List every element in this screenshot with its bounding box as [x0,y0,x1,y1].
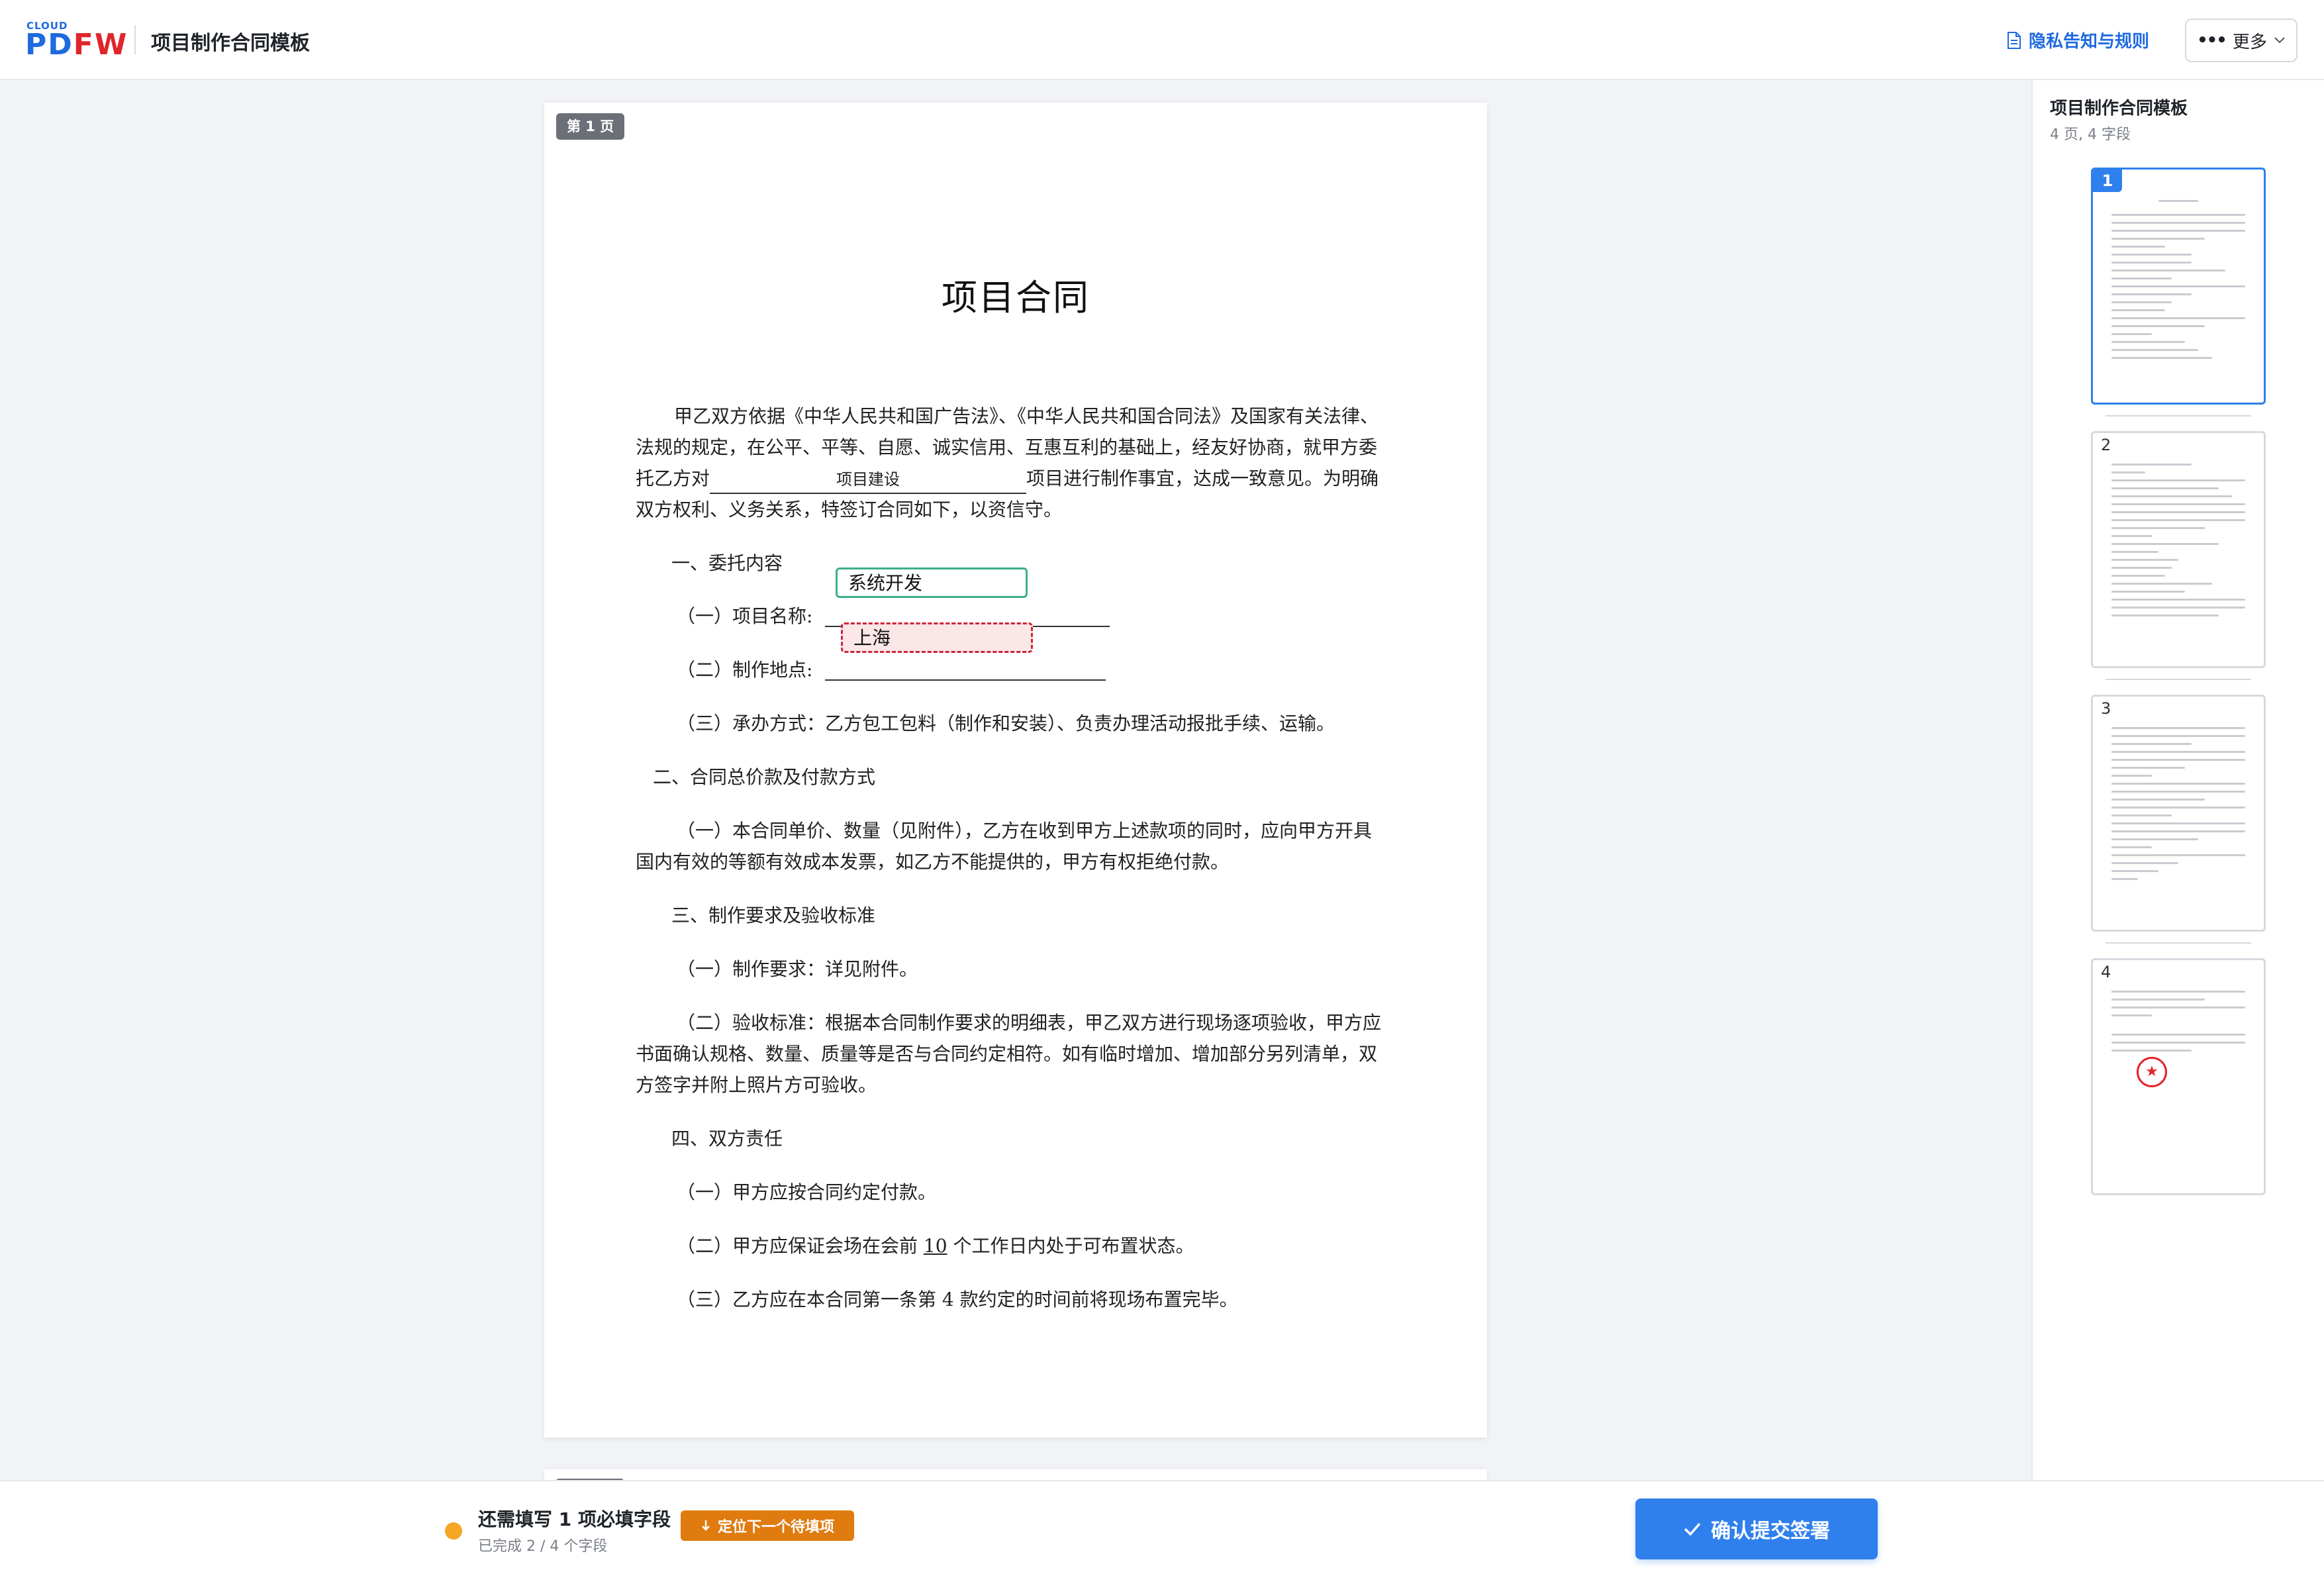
document-page-2-peek [544,1469,1487,1480]
document-page-1: 第 1 页 项目合同 甲乙双方依据《中华人民共和国广告法》、《中华人民共和国合同… [544,103,1487,1438]
page-number-tag: 第 1 页 [556,113,625,140]
section-3-title: 三、制作要求及验收标准 [671,905,876,926]
more-button[interactable]: ••• 更多 [2185,19,2298,62]
intro-line-1: 甲乙双方依据《中华人民共和国广告法》、《中华人民共和国合同法》及国家有关法律、 [674,405,1379,427]
header-divider [134,25,136,54]
intro-line-3: 托乙方对 项目建设 项目进行制作事宜，达成一致意见。为明确 [636,463,1379,494]
contract-title: 项目合同 [942,277,1090,319]
item-1-label: （一）项目名称: [677,605,813,627]
production-location-field[interactable]: 上海 [841,622,1033,653]
bottom-action-bar: 还需填写 1 项必填字段 已完成 2 / 4 个字段 定位下一个待填项 确认提交… [0,1480,2324,1572]
thumbnail-number: 1 [2093,170,2122,192]
item-3: （三）承办方式：乙方包工包料（制作和安装）、负责办理活动报批手续、运输。 [677,712,1335,734]
status-indicator-dot [445,1522,462,1540]
submit-button-label: 确认提交签署 [1711,1520,1830,1543]
sidebar-subtitle: 4 页, 4 字段 [2050,126,2131,143]
thumbnail-separator [2106,942,2251,944]
section-4-item-1: （一）甲方应按合同约定付款。 [677,1181,937,1203]
checkmark-icon [1684,1522,1701,1536]
section-4-item-2-post: 个工作日内处于可布置状态。 [947,1235,1194,1257]
intro-line-3-post: 项目进行制作事宜，达成一致意见。为明确 [1026,467,1379,489]
section-4-item-3: （三）乙方应在本合同第一条第 4 款约定的时间前将现场布置完毕。 [677,1289,1238,1310]
privacy-link-label: 隐私告知与规则 [2029,32,2150,52]
item-2-underline [825,679,1106,681]
cloudpdfw-logo[interactable]: CLOUD PDFW [25,20,126,61]
section-4-item-2: （二）甲方应保证会场在会前 10 个工作日内处于可布置状态。 [677,1230,1194,1261]
project-fill-text: 项目建设 [710,466,1027,494]
required-fields-status: 还需填写 1 项必填字段 [478,1508,671,1530]
locate-next-field-button[interactable]: 定位下一个待填项 [681,1510,854,1541]
thumbnail-preview [2111,991,2245,1180]
thumbnail-page-2[interactable]: 2 [2091,431,2266,668]
thumbnail-preview [2111,200,2245,389]
item-2-label: （二）制作地点: [677,659,813,681]
company-seal-icon: ★ [2137,1057,2167,1087]
section-3-item-2-line-3: 方签字并附上照片方可验收。 [636,1074,877,1096]
confirm-submit-sign-button[interactable]: 确认提交签署 [1635,1498,1878,1559]
more-dots-icon: ••• [2197,30,2227,50]
thumbnail-number: 4 [2101,963,2111,981]
logo-mark: PDFW [25,29,128,61]
thumbnail-preview [2111,464,2245,653]
project-name-field[interactable]: 系统开发 [836,567,1028,598]
top-header: CLOUD PDFW 项目制作合同模板 隐私告知与规则 ••• 更多 [0,0,2324,80]
document-title: 项目制作合同模板 [151,32,310,55]
section-2-para-line-2: 国内有效的等额有效成本发票，如乙方不能提供的，甲方有权拒绝付款。 [636,851,1230,873]
thumbnail-preview [2111,727,2245,916]
section-2-title: 二、合同总价款及付款方式 [653,766,876,788]
days-value: 10 [923,1235,947,1257]
more-label: 更多 [2232,32,2267,52]
thumbnail-separator [2106,679,2251,680]
section-1-title: 一、委托内容 [671,552,783,574]
thumbnail-page-3[interactable]: 3 [2091,695,2266,932]
thumbnail-number: 3 [2101,699,2111,718]
thumbnail-number: 2 [2101,436,2111,454]
section-3-item-1: （一）制作要求：详见附件。 [677,958,918,980]
thumbnail-separator [2106,415,2251,417]
intro-line-3-pre: 托乙方对 [636,467,710,489]
section-4-item-2-pre: （二）甲方应保证会场在会前 [677,1235,924,1257]
chevron-down-icon [2274,37,2285,44]
section-4-title: 四、双方责任 [671,1128,783,1150]
logo-fw: FW [73,28,128,62]
section-3-item-2-line-2: 书面确认规格、数量、质量等是否与合同约定相符。如有临时增加、增加部分另列清单，双 [636,1043,1378,1065]
section-3-item-2-line-1: （二）验收标准：根据本合同制作要求的明细表，甲乙双方进行现场逐项验收，甲方应 [677,1012,1382,1034]
intro-line-2: 法规的规定，在公平、平等、自愿、诚实信用、互惠互利的基础上，经友好协商，就甲方委 [636,436,1378,458]
document-icon [2008,31,2021,49]
intro-line-4: 双方权利、义务关系，特签订合同如下，以资信守。 [636,499,1063,520]
document-viewer[interactable]: 第 1 页 项目合同 甲乙双方依据《中华人民共和国广告法》、《中华人民共和国合同… [0,80,2031,1480]
thumbnail-sidebar: 项目制作合同模板 4 页, 4 字段 1 2 3 4 ★ [2031,80,2324,1480]
thumbnail-page-1[interactable]: 1 [2091,168,2266,405]
logo-pd: PD [25,28,73,62]
sidebar-title: 项目制作合同模板 [2050,99,2188,119]
thumbnail-page-4[interactable]: 4 ★ [2091,958,2266,1195]
completion-progress: 已完成 2 / 4 个字段 [478,1538,608,1555]
section-2-para-line-1: （一）本合同单价、数量（见附件），乙方在收到甲方上述款项的同时，应向甲方开具 [677,820,1373,842]
locate-next-field-label: 定位下一个待填项 [717,1519,834,1536]
privacy-link[interactable]: 隐私告知与规则 [2006,28,2149,52]
arrow-down-icon [702,1520,710,1531]
